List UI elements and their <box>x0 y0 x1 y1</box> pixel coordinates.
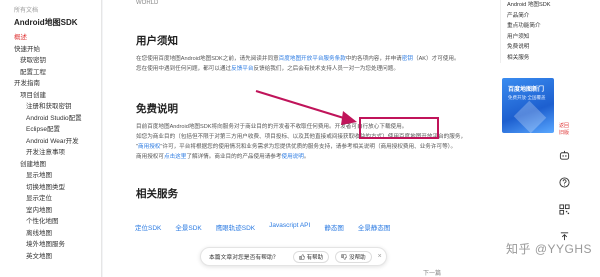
sidebar-item[interactable]: 切换地图类型 <box>0 182 101 194</box>
chatbot-icon[interactable] <box>559 150 570 161</box>
truncated-text: WORLD <box>136 0 159 6</box>
service-link[interactable]: 鹰眼轨迹SDK <box>216 222 255 234</box>
sidebar-item[interactable]: 显示地图 <box>0 170 101 182</box>
sidebar-item[interactable]: 室内地图 <box>0 205 101 217</box>
terms-link[interactable]: 百度地图开放平台服务条款 <box>279 56 346 62</box>
sidebar-item[interactable]: 离线地图 <box>0 228 101 240</box>
text: "许可，平台将根据您的使用情况和业务需求为您提供优质的服务支持，请参考相关说明（… <box>160 144 457 150</box>
promo-banner[interactable]: 百度地图新门 免费开放·全国覆盖 <box>502 78 554 133</box>
feedback-question: 本篇文章对您是否有帮助？ <box>209 255 279 261</box>
sidebar-item[interactable]: 开发注意事项 <box>0 147 101 159</box>
helpful-label: 有帮助 <box>306 254 324 261</box>
promo-subtitle: 免费开放·全国覆盖 <box>508 95 546 100</box>
feedback-bar: 本篇文章对您是否有帮助？ 有帮助 没帮助 × <box>200 247 387 266</box>
promo-graphic <box>513 100 547 133</box>
sidebar-item[interactable]: 个性化地图 <box>0 216 101 228</box>
back-to-old-version-button[interactable]: 返回旧版 <box>558 123 570 136</box>
sidebar-item[interactable]: 注册和获取密钥 <box>0 101 101 113</box>
text: 您在使用中遇到任何问题，都可以通过 <box>136 66 232 72</box>
left-sidebar: 所有文档 Android地图SDK 概述 快速开始 获取密钥 配置工程 开发指南 项目创建… <box>0 0 102 277</box>
sidebar-item[interactable]: 开发指南 <box>0 78 101 90</box>
service-link[interactable]: Javascript API <box>269 222 310 234</box>
text: （AK）才可使用。 <box>412 56 460 62</box>
related-services-list: 定位SDK 全景SDK 鹰眼轨迹SDK Javascript API 静态图 全景静态图 <box>135 222 465 234</box>
sidebar-item[interactable]: 显示定位 <box>0 193 101 205</box>
text: 商用授权可 <box>136 154 164 160</box>
sidebar-item[interactable]: 创建地图 <box>0 159 101 171</box>
service-link[interactable]: 静态图 <box>324 222 344 234</box>
sidebar-item[interactable]: Eclipse配置 <box>0 124 101 136</box>
service-link[interactable]: 定位SDK <box>135 222 161 234</box>
toc-item[interactable]: Android 地图SDK <box>501 0 556 11</box>
thumbs-up-icon <box>298 253 305 260</box>
helpful-button[interactable]: 有帮助 <box>292 250 330 263</box>
table-of-contents: Android 地图SDK 产品简介 重点功能简介 用户须知 免费说明 相关服务 <box>500 0 556 63</box>
toc-item[interactable]: 产品简介 <box>501 11 556 22</box>
sidebar-item[interactable]: 获取密钥 <box>0 55 101 67</box>
zhihu-watermark: 知乎 @YYGHS <box>506 242 593 256</box>
unhelpful-label: 没帮助 <box>349 254 366 261</box>
sidebar-nav: 概述 快速开始 获取密钥 配置工程 开发指南 项目创建 注册和获取密钥 Android Stu… <box>0 32 101 262</box>
text: 在您使用百度地图Android地图SDK之前，请先阅读并同意 <box>136 56 279 62</box>
click-here-link[interactable]: 点击这里 <box>164 154 186 160</box>
sidebar-item[interactable]: 境外地图服务 <box>0 239 101 251</box>
thumbs-down-icon <box>341 253 347 260</box>
usage-link[interactable]: 使用说明 <box>281 154 303 160</box>
sidebar-item[interactable]: 英文地图 <box>0 251 101 263</box>
close-icon[interactable]: × <box>378 253 382 260</box>
service-link[interactable]: 全景静态图 <box>358 222 391 234</box>
next-page-link[interactable]: 下一篇 <box>423 268 441 277</box>
user-notice-paragraph: 在您使用百度地图Android地图SDK之前，请先阅读并同意百度地图开放平台服务… <box>136 54 466 74</box>
sidebar-item[interactable]: 项目创建 <box>0 90 101 102</box>
annotation-highlight-box <box>359 117 439 139</box>
help-icon[interactable] <box>558 177 570 188</box>
text: 反馈给我们，之后会有技术支持人员一对一为您处理问题。 <box>253 66 399 72</box>
annotation-arrow-icon <box>255 89 357 125</box>
sidebar-item[interactable]: Android Studio配置 <box>0 113 101 125</box>
section-title-free-notice: 免费说明 <box>136 103 178 115</box>
feedback-platform-link[interactable]: 反馈平台 <box>231 66 253 72</box>
sidebar-item[interactable]: 快速开始 <box>0 44 101 56</box>
sidebar-item[interactable]: Android Wear开发 <box>0 136 101 148</box>
text: 中的各项内容，并申请 <box>345 56 402 62</box>
commercial-license-link[interactable]: 商用授权 <box>138 144 160 150</box>
section-title-user-notice: 用户须知 <box>136 35 178 47</box>
service-link[interactable]: 全景SDK <box>175 222 201 234</box>
toc-item[interactable]: 免费说明 <box>501 42 556 53</box>
toc-item[interactable]: 重点功能简介 <box>501 21 556 32</box>
unhelpful-button[interactable]: 没帮助 <box>335 250 372 263</box>
section-title-related-services: 相关服务 <box>136 188 178 200</box>
text: 。 <box>303 154 310 160</box>
sidebar-item[interactable]: 配置工程 <box>0 67 101 79</box>
key-link[interactable]: 密钥 <box>402 56 413 62</box>
sidebar-item[interactable]: 概述 <box>0 32 101 44</box>
toc-item[interactable]: 相关服务 <box>501 53 556 64</box>
breadcrumb[interactable]: 所有文档 <box>0 6 101 16</box>
text: 了解详情。商业目的的产品使用请参考 <box>186 154 282 160</box>
sidebar-title: Android地图SDK <box>14 18 78 27</box>
toc-item[interactable]: 用户须知 <box>501 32 556 43</box>
promo-title: 百度地图新门 <box>508 87 545 93</box>
main-content: WORLD 用户须知 在您使用百度地图Android地图SDK之前，请先阅读并同… <box>103 0 500 277</box>
qr-code-icon[interactable] <box>558 204 570 215</box>
right-panel: Android 地图SDK 产品简介 重点功能简介 用户须知 免费说明 相关服务 百度地图… <box>500 0 600 277</box>
